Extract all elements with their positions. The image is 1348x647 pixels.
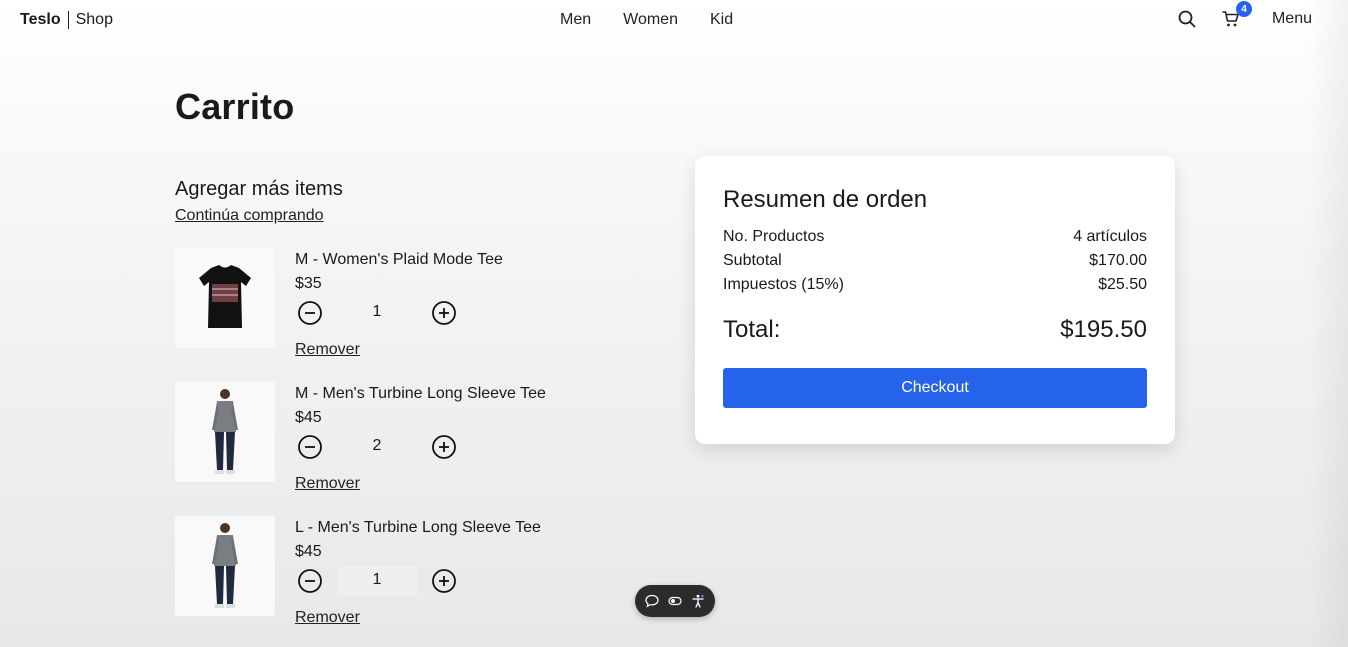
product-image[interactable] [175,516,275,616]
total-label: Total: [723,316,781,343]
summary-row-products: No. Productos 4 artículos [723,228,1147,246]
cart-icon[interactable]: 4 [1220,1,1252,30]
brand-suffix: Shop [75,11,113,28]
brand-divider [67,11,69,29]
quantity-stepper: 1 [295,566,459,596]
quantity-value[interactable]: 2 [337,432,417,462]
summary-label: No. Productos [723,228,825,245]
cart-count-badge: 4 [1235,1,1252,17]
edge-shade [1308,0,1348,647]
nav-men[interactable]: Men [560,11,591,29]
total-value: $195.50 [1060,316,1147,343]
cart-item: M - Men's Turbine Long Sleeve Tee $45 2 … [175,382,595,502]
chat-icon[interactable] [644,593,660,609]
product-image[interactable] [175,248,275,348]
plus-circle-icon[interactable] [429,566,459,596]
quantity-stepper: 2 [295,432,459,462]
top-navbar: Teslo Shop Men Women Kid 4 Menu [0,0,1348,42]
minus-circle-icon[interactable] [295,566,325,596]
nav-women[interactable]: Women [623,11,678,29]
brand-logo[interactable]: Teslo Shop [20,11,113,29]
summary-row-taxes: Impuestos (15%) $25.50 [723,276,1147,294]
quantity-value[interactable]: 1 [337,298,417,328]
item-title: M - Men's Turbine Long Sleeve Tee [295,385,546,402]
item-price: $35 [295,275,322,292]
main-nav: Men Women Kid [560,11,733,29]
summary-value: 4 artículos [1073,228,1147,245]
item-price: $45 [295,543,322,560]
summary-title: Resumen de orden [723,186,928,213]
plus-circle-icon[interactable] [429,432,459,462]
cart-item: L - Men's Turbine Long Sleeve Tee $45 1 … [175,516,595,636]
remove-link[interactable]: Remover [295,475,360,493]
accessibility-icon[interactable] [690,593,706,609]
checkout-button[interactable]: Checkout [723,368,1147,408]
page-title: Carrito [175,86,295,127]
item-title: L - Men's Turbine Long Sleeve Tee [295,519,541,536]
summary-total-row: Total: $195.50 [723,316,1147,344]
product-image[interactable] [175,382,275,482]
toggle-icon[interactable] [667,593,683,609]
continue-shopping-link[interactable]: Continúa comprando [175,207,324,225]
add-more-heading: Agregar más items [175,178,343,200]
search-icon[interactable] [1176,8,1198,30]
minus-circle-icon[interactable] [295,432,325,462]
minus-circle-icon[interactable] [295,298,325,328]
item-title: M - Women's Plaid Mode Tee [295,251,503,268]
summary-value: $170.00 [1089,252,1147,269]
summary-label: Impuestos (15%) [723,276,844,293]
brand-name: Teslo [20,11,61,28]
cart-item: M - Women's Plaid Mode Tee $35 1 Remover [175,248,595,368]
summary-label: Subtotal [723,252,782,269]
order-summary-card: Resumen de orden No. Productos 4 artícul… [695,156,1175,444]
nav-kid[interactable]: Kid [710,11,733,29]
quantity-value[interactable]: 1 [337,566,417,596]
summary-value: $25.50 [1098,276,1147,293]
item-price: $45 [295,409,322,426]
floating-widget-bar [635,585,715,617]
header-actions: 4 Menu [1176,1,1312,30]
remove-link[interactable]: Remover [295,341,360,359]
plus-circle-icon[interactable] [429,298,459,328]
quantity-stepper: 1 [295,298,459,328]
menu-button[interactable]: Menu [1272,10,1312,28]
summary-row-subtotal: Subtotal $170.00 [723,252,1147,270]
remove-link[interactable]: Remover [295,609,360,627]
